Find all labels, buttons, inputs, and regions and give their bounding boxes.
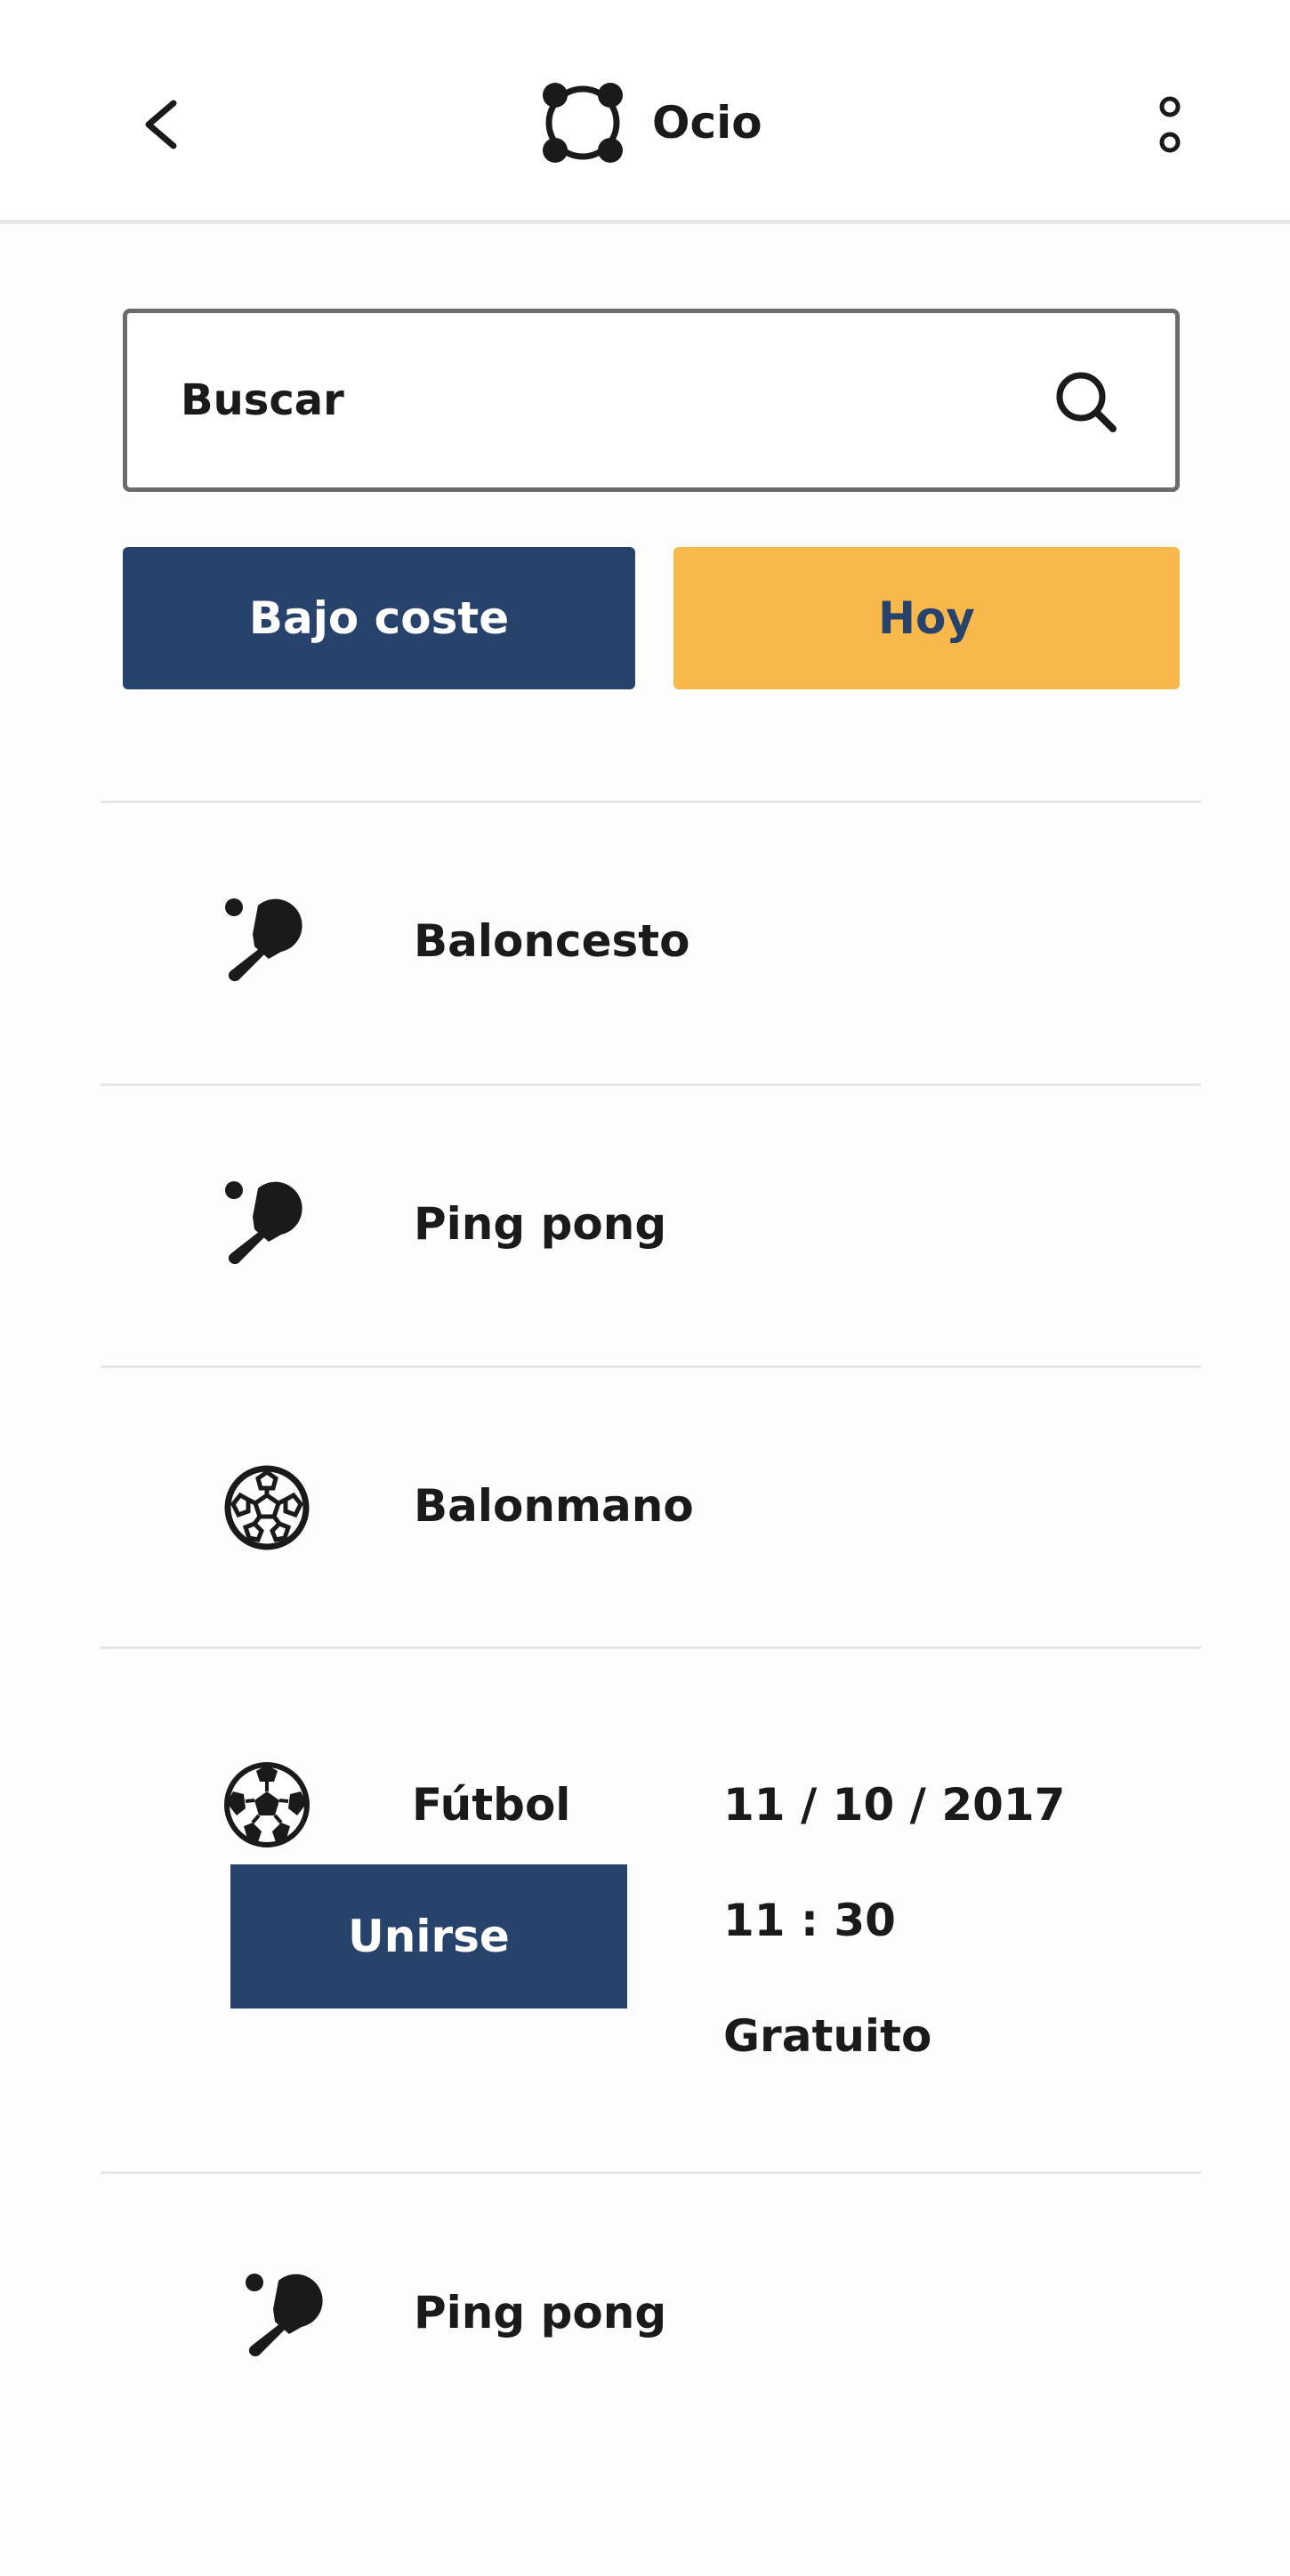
ping-pong-paddle-icon xyxy=(225,898,302,982)
search-button[interactable] xyxy=(1052,368,1120,436)
list-item-futbol-expanded[interactable]: Fútbol 11 / 10 / 2017 11 : 30 Gratuito U… xyxy=(101,1649,1201,2171)
more-options-button[interactable] xyxy=(1148,89,1192,160)
list-item-ping-pong[interactable]: Ping pong xyxy=(101,2174,1201,2467)
activity-name: Ping pong xyxy=(414,1198,667,1250)
app-brand: Ocio xyxy=(538,78,762,167)
activity-time: 11 : 30 xyxy=(723,1895,896,1946)
page-title: Ocio xyxy=(652,97,762,149)
soccer-ball-icon xyxy=(224,1762,310,1847)
activity-name: Balonmano xyxy=(414,1480,694,1532)
ping-pong-paddle-icon xyxy=(246,2274,323,2357)
activity-name: Baloncesto xyxy=(414,915,690,967)
activity-name: Ping pong xyxy=(414,2287,667,2339)
app-header: Ocio xyxy=(0,0,1290,224)
today-filter-button[interactable]: Hoy xyxy=(673,547,1180,689)
back-button[interactable] xyxy=(133,89,187,160)
ping-pong-paddle-icon xyxy=(225,1181,302,1265)
more-vertical-icon xyxy=(1159,96,1181,153)
activity-name: Fútbol xyxy=(412,1779,571,1831)
list-item-baloncesto[interactable]: Baloncesto xyxy=(101,803,1201,1083)
list-item-balonmano[interactable]: Balonmano xyxy=(101,1368,1201,1646)
search-icon xyxy=(1056,372,1117,432)
activity-date: 11 / 10 / 2017 xyxy=(723,1779,1066,1831)
handball-icon xyxy=(224,1465,310,1550)
chevron-left-icon xyxy=(145,100,177,149)
activity-price: Gratuito xyxy=(723,2010,932,2062)
circle-nodes-logo-icon xyxy=(543,83,623,163)
low-cost-filter-button[interactable]: Bajo coste xyxy=(123,547,635,689)
search-input[interactable] xyxy=(181,313,981,487)
search-bar xyxy=(123,309,1180,492)
list-item-ping-pong[interactable]: Ping pong xyxy=(101,1086,1201,1365)
join-button[interactable]: Unirse xyxy=(230,1864,627,2008)
